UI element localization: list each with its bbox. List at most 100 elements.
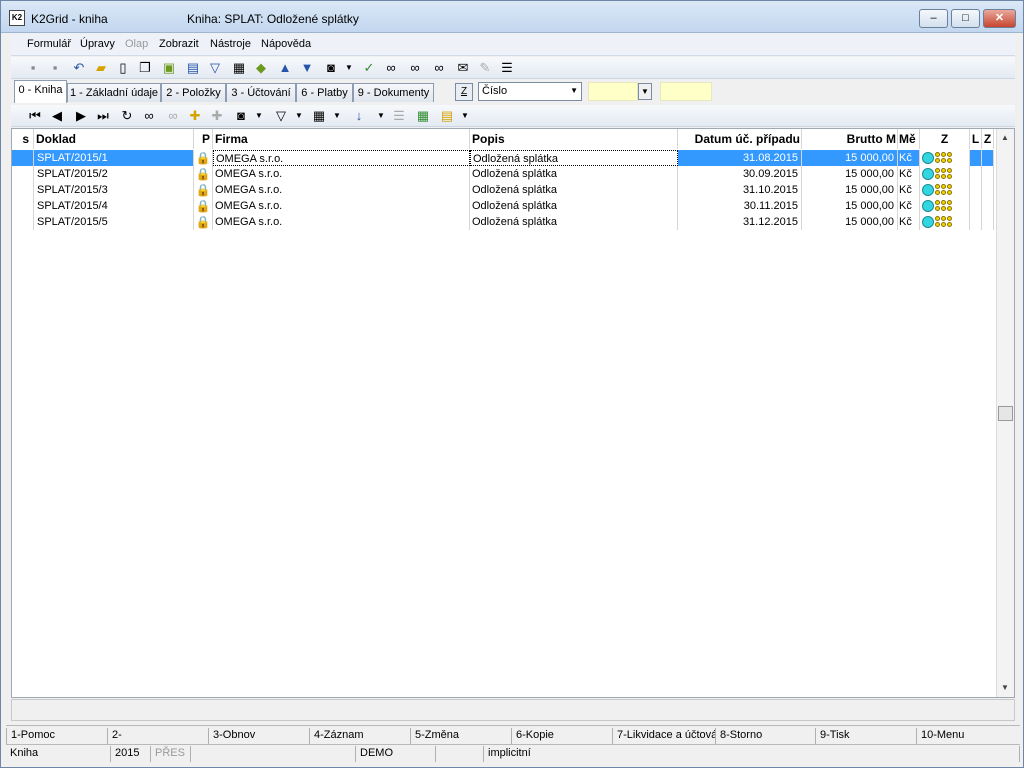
cell-mena[interactable]: Kč bbox=[898, 166, 920, 182]
cell-popis[interactable]: Odložená splátka bbox=[470, 150, 678, 166]
cell-datum[interactable]: 31.12.2015 bbox=[678, 214, 802, 230]
prev-record-icon[interactable]: ◀ bbox=[49, 108, 65, 124]
open-folder-icon[interactable]: ▰ bbox=[93, 60, 109, 76]
cell-doklad[interactable]: SPLAT/2015/2 bbox=[34, 166, 194, 182]
cell-s[interactable] bbox=[12, 182, 34, 198]
next-record-icon[interactable]: ▶ bbox=[73, 108, 89, 124]
fkey-9[interactable]: 9-Tisk bbox=[815, 728, 916, 744]
table-row[interactable]: SPLAT/2015/3 🔒 OMEGA s.r.o. Odložená splátk… bbox=[12, 182, 994, 198]
fkey-3[interactable]: 3-Obnov bbox=[208, 728, 309, 744]
cell-firma[interactable]: OMEGA s.r.o. bbox=[213, 150, 470, 166]
z-button[interactable]: Z bbox=[455, 83, 473, 101]
tab-dokumenty[interactable]: 9 - Dokumenty bbox=[353, 83, 434, 102]
cell-z[interactable] bbox=[920, 198, 970, 214]
cell-brutto[interactable]: 15 000,00 bbox=[802, 150, 898, 166]
col-header-z[interactable]: Z bbox=[920, 129, 970, 149]
cell-mena[interactable]: Kč bbox=[898, 214, 920, 230]
cell-l[interactable] bbox=[970, 182, 982, 198]
cell-datum[interactable]: 30.11.2015 bbox=[678, 198, 802, 214]
cell-brutto[interactable]: 15 000,00 bbox=[802, 214, 898, 230]
menu-olap[interactable]: Olap bbox=[125, 38, 148, 50]
add-icon[interactable]: ✚ bbox=[187, 108, 203, 124]
cell-p[interactable]: 🔒 bbox=[194, 214, 213, 230]
horizontal-scrollbar[interactable] bbox=[11, 699, 1015, 721]
cell-z2[interactable] bbox=[982, 198, 994, 214]
scroll-up-icon[interactable]: ▲ bbox=[1001, 133, 1009, 142]
cell-z2[interactable] bbox=[982, 150, 994, 166]
delete-icon[interactable]: ✚ bbox=[209, 108, 225, 124]
cell-z2[interactable] bbox=[982, 214, 994, 230]
cell-brutto[interactable]: 15 000,00 bbox=[802, 198, 898, 214]
col-header-doklad[interactable]: Doklad bbox=[34, 129, 194, 149]
cell-doklad[interactable]: SPLAT/2015/5 bbox=[34, 214, 194, 230]
col-header-mena[interactable]: Mě bbox=[898, 129, 920, 149]
tab-uctovani[interactable]: 3 - Účtování bbox=[226, 83, 296, 102]
cell-doklad[interactable]: SPLAT/2015/1 bbox=[34, 150, 194, 166]
cell-doklad[interactable]: SPLAT/2015/4 bbox=[34, 198, 194, 214]
edit-icon[interactable]: ✎ bbox=[477, 60, 493, 76]
table-row[interactable]: SPLAT/2015/1 🔒 OMEGA s.r.o. Odložená splátk… bbox=[12, 150, 994, 166]
scroll-thumb[interactable] bbox=[998, 406, 1013, 421]
scroll-down-icon[interactable]: ▼ bbox=[1001, 683, 1009, 692]
chevron-down-icon[interactable]: ▼ bbox=[341, 60, 357, 76]
cell-l[interactable] bbox=[970, 166, 982, 182]
cell-popis[interactable]: Odložená splátka bbox=[470, 214, 678, 230]
list-icon[interactable]: ☰ bbox=[499, 60, 515, 76]
arrow-up-icon[interactable]: ▲ bbox=[277, 60, 293, 76]
find-prev-icon[interactable]: ∞ bbox=[431, 60, 447, 76]
copy-icon[interactable]: ❐ bbox=[137, 60, 153, 76]
table-row[interactable]: SPLAT/2015/5 🔒 OMEGA s.r.o. Odložená splátk… bbox=[12, 214, 994, 230]
cell-l[interactable] bbox=[970, 214, 982, 230]
cell-mena[interactable]: Kč bbox=[898, 198, 920, 214]
last-record-icon[interactable]: ⏭ bbox=[95, 108, 111, 124]
filter-value-input-2[interactable] bbox=[660, 82, 712, 101]
find-next-icon[interactable]: ∞ bbox=[407, 60, 423, 76]
cell-mena[interactable]: Kč bbox=[898, 150, 920, 166]
cell-popis[interactable]: Odložená splátka bbox=[470, 182, 678, 198]
records-grid[interactable]: s Doklad P Firma Popis Datum úč. případu… bbox=[11, 128, 1015, 698]
col-header-datum[interactable]: Datum úč. případu bbox=[678, 129, 802, 149]
col-header-s[interactable]: s bbox=[12, 129, 34, 149]
tab-polozky[interactable]: 2 - Položky bbox=[161, 83, 226, 102]
stack-icon[interactable]: ◆ bbox=[253, 60, 269, 76]
menu-upravy[interactable]: Úpravy bbox=[80, 38, 115, 50]
cell-z[interactable] bbox=[920, 166, 970, 182]
filter-icon[interactable]: ▽ bbox=[273, 108, 289, 124]
cell-p[interactable]: 🔒 bbox=[194, 150, 213, 166]
chevron-down-icon[interactable]: ▼ bbox=[373, 108, 389, 124]
book-icon[interactable]: ▤ bbox=[185, 60, 201, 76]
cell-s[interactable] bbox=[12, 166, 34, 182]
table-row[interactable]: SPLAT/2015/2 🔒 OMEGA s.r.o. Odložená splátk… bbox=[12, 166, 994, 182]
minimize-button[interactable]: – bbox=[919, 9, 948, 28]
tab-platby[interactable]: 6 - Platby bbox=[296, 83, 353, 102]
menu-formular[interactable]: Formulář bbox=[27, 38, 71, 50]
chevron-down-icon[interactable]: ▼ bbox=[291, 108, 307, 124]
fkey-7[interactable]: 7-Likvidace a účtová bbox=[612, 728, 715, 744]
mail-icon[interactable]: ✉ bbox=[455, 60, 471, 76]
chevron-down-icon[interactable]: ▼ bbox=[457, 108, 473, 124]
fkey-10[interactable]: 10-Menu bbox=[916, 728, 1020, 744]
cell-datum[interactable]: 31.10.2015 bbox=[678, 182, 802, 198]
search-next-icon[interactable]: ∞ bbox=[165, 108, 181, 124]
search-icon[interactable]: ∞ bbox=[141, 108, 157, 124]
chevron-down-icon[interactable]: ▼ bbox=[329, 108, 345, 124]
cell-l[interactable] bbox=[970, 150, 982, 166]
undo-icon[interactable]: ↶ bbox=[71, 60, 87, 76]
col-header-firma[interactable]: Firma bbox=[213, 129, 470, 149]
vertical-scrollbar[interactable]: ▲ ▼ bbox=[996, 129, 1014, 697]
fkey-4[interactable]: 4-Záznam bbox=[309, 728, 410, 744]
cell-brutto[interactable]: 15 000,00 bbox=[802, 182, 898, 198]
chevron-down-icon[interactable]: ▼ bbox=[251, 108, 267, 124]
cell-datum[interactable]: 31.08.2015 bbox=[678, 150, 802, 166]
menu-napoveda[interactable]: Nápověda bbox=[261, 38, 311, 50]
cell-z[interactable] bbox=[920, 182, 970, 198]
export-icon[interactable]: ▦ bbox=[311, 108, 327, 124]
cell-popis[interactable]: Odložená splátka bbox=[470, 198, 678, 214]
fkey-5[interactable]: 5-Změna bbox=[410, 728, 511, 744]
filter-value-input[interactable] bbox=[588, 82, 638, 101]
numbered-list-icon[interactable]: ☰ bbox=[391, 108, 407, 124]
new-document-icon[interactable]: ▯ bbox=[115, 60, 131, 76]
fkey-6[interactable]: 6-Kopie bbox=[511, 728, 612, 744]
excel-icon[interactable]: ▦ bbox=[415, 108, 431, 124]
camera-icon[interactable]: ◙ bbox=[323, 60, 339, 76]
